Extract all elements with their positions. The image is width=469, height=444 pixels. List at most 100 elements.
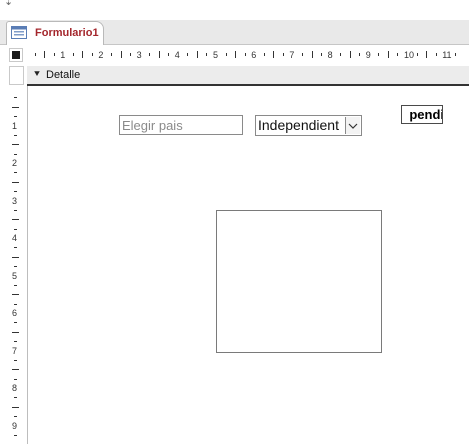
ruler-tick — [14, 97, 17, 99]
ruler-tick — [120, 51, 122, 58]
form-selector-button[interactable] — [9, 48, 23, 62]
ruler-tick — [44, 51, 46, 58]
ruler-tick — [14, 303, 17, 305]
ruler-tick — [311, 51, 313, 58]
ruler-tick — [12, 181, 19, 183]
ruler-tick — [14, 434, 17, 436]
ruler-tick — [14, 378, 17, 380]
ruler-tick — [235, 51, 237, 58]
ruler-tick — [14, 209, 17, 211]
ruler-tick — [14, 341, 17, 343]
ruler-tick — [14, 322, 17, 324]
tab-label: Formulario1 — [35, 27, 99, 39]
ruler-tick — [349, 51, 351, 58]
ruler-number: 6 — [12, 308, 18, 318]
form-selector-icon — [12, 51, 20, 59]
section-label: Detalle — [46, 69, 81, 81]
type-combo-value: Independient — [258, 117, 339, 133]
ruler-tick — [82, 51, 84, 58]
dropdown-button[interactable] — [345, 117, 360, 134]
ruler-tick — [53, 53, 55, 56]
ruler-number: 5 — [213, 50, 219, 60]
ruler-tick — [12, 294, 19, 296]
detail-section-bar[interactable]: ⯆ Detalle — [27, 66, 469, 86]
ruler-tick — [14, 397, 17, 399]
bold-text-box-value: pendi — [409, 107, 443, 122]
document-tab-bar: Formulario1 — [0, 20, 469, 45]
customize-toolbar-icon[interactable]: ⇣ — [4, 0, 13, 8]
ruler-tick — [282, 53, 284, 56]
ruler-tick — [110, 53, 112, 56]
ruler-number: 1 — [60, 50, 66, 60]
ruler-tick — [225, 53, 227, 56]
ruler-number: 8 — [12, 383, 18, 393]
ruler-tick — [12, 331, 19, 333]
ruler-tick — [12, 219, 19, 221]
section-arrow-icon: ⯆ — [33, 69, 41, 80]
ruler-tick — [454, 53, 456, 56]
rectangle-control[interactable] — [216, 210, 382, 353]
ruler-tick — [12, 369, 19, 371]
ruler-tick — [206, 53, 208, 56]
ruler-tick — [14, 284, 17, 286]
ruler-tick — [14, 359, 17, 361]
ruler-tick — [14, 116, 17, 118]
ruler-tick — [149, 53, 151, 56]
chevron-down-icon — [348, 123, 358, 129]
ruler-tick — [130, 53, 132, 56]
tab-formulario1[interactable]: Formulario1 — [6, 21, 104, 45]
ruler-number: 2 — [98, 50, 104, 60]
country-combo-placeholder: Elegir pais — [122, 118, 183, 133]
ruler-tick — [91, 53, 93, 56]
ruler-number: 7 — [12, 345, 18, 356]
ruler-tick — [72, 53, 74, 56]
ruler-number: 10 — [404, 50, 415, 60]
ruler-number: 5 — [12, 270, 18, 281]
ruler-tick — [244, 53, 246, 56]
ruler-tick — [14, 228, 17, 230]
ruler-tick — [187, 53, 189, 56]
ruler-tick — [340, 53, 342, 56]
form-icon — [11, 26, 27, 39]
ruler-number: 3 — [136, 50, 142, 60]
design-canvas[interactable]: Elegir pais Independient pendi — [27, 86, 469, 444]
ruler-tick — [14, 191, 17, 193]
ruler-number: 11 — [442, 50, 452, 60]
ruler-tick — [14, 416, 17, 418]
ruler-tick — [416, 53, 418, 56]
ruler-tick — [435, 53, 437, 56]
horizontal-ruler[interactable]: 1 2 3 4 5 6 7 8 9 10 11 — [23, 48, 469, 62]
ruler-number: 1 — [12, 120, 18, 131]
ruler-tick — [14, 172, 17, 174]
ruler-tick — [263, 53, 265, 56]
section-selector[interactable] — [9, 66, 24, 85]
ruler-tick — [387, 51, 389, 58]
ruler-number: 9 — [12, 420, 18, 431]
ruler-tick — [12, 106, 19, 108]
ruler-tick — [397, 53, 399, 56]
ruler-tick — [14, 247, 17, 249]
ruler-number: 3 — [12, 195, 18, 206]
ruler-tick — [196, 51, 198, 58]
country-combo-box[interactable]: Elegir pais — [119, 115, 243, 135]
ruler-tick — [359, 53, 361, 56]
ruler-number: 2 — [12, 158, 18, 168]
ruler-tick — [12, 144, 19, 146]
ruler-number: 4 — [174, 50, 180, 60]
ruler-tick — [14, 266, 17, 268]
ruler-tick — [321, 53, 323, 56]
ruler-tick — [273, 51, 275, 58]
ruler-tick — [34, 53, 36, 56]
bold-text-box[interactable]: pendi — [401, 105, 443, 124]
vertical-ruler[interactable]: 1 2 3 4 5 6 7 8 9 — [9, 86, 23, 444]
ruler-number: 9 — [365, 50, 371, 60]
ruler-tick — [12, 406, 19, 408]
ruler-tick — [426, 51, 428, 58]
ruler-number: 7 — [289, 50, 295, 60]
ruler-number: 8 — [327, 50, 333, 60]
ruler-tick — [14, 153, 17, 155]
type-combo-box[interactable]: Independient — [255, 115, 362, 136]
ruler-tick — [14, 134, 17, 136]
ruler-tick — [378, 53, 380, 56]
ruler-number: 4 — [12, 233, 18, 243]
